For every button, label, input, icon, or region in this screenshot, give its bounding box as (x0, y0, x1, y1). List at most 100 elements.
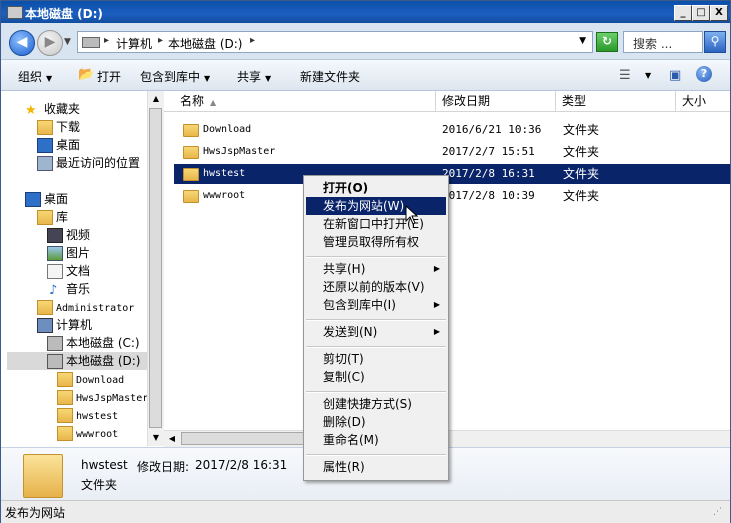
resize-grip-icon[interactable]: ⋰ (713, 507, 722, 517)
menu-open[interactable]: 打开(O) (306, 179, 446, 197)
details-date-label: 修改日期: (137, 460, 190, 474)
view-options-icon[interactable]: ☰ (619, 68, 631, 83)
nav-folder-hwsjspmaster[interactable]: HwsJspMaster (57, 388, 147, 406)
nav-folder-wwwroot[interactable]: wwwroot (57, 424, 118, 442)
new-folder-button[interactable]: 新建文件夹 (300, 68, 360, 85)
nav-drive-d[interactable]: 本地磁盘 (D:) (7, 352, 147, 370)
menu-delete[interactable]: 删除(D) (306, 413, 446, 431)
search-button[interactable]: ⚲ (704, 31, 726, 53)
submenu-arrow-icon: ▶ (433, 327, 440, 336)
menu-create-shortcut[interactable]: 创建快捷方式(S) (306, 395, 446, 413)
folder-icon (23, 454, 63, 498)
forward-button[interactable]: ▶ (37, 30, 63, 56)
column-type[interactable]: 类型 (556, 91, 676, 111)
folder-icon (57, 426, 73, 441)
menu-separator (306, 454, 446, 456)
nav-downloads[interactable]: 下载 (37, 118, 80, 136)
open-button[interactable]: 打开 (97, 68, 121, 85)
chevron-down-icon: ▼ (265, 74, 272, 83)
refresh-button[interactable]: ↻ (596, 32, 618, 52)
include-in-library-button[interactable]: 包含到库中 ▼ (140, 68, 210, 85)
window-title: 本地磁盘 (D:) (25, 7, 103, 21)
computer-icon (37, 318, 53, 333)
navigation-scrollbar[interactable]: ▲ ▼ (147, 91, 164, 446)
address-dropdown-icon[interactable]: ▼ (579, 36, 586, 46)
user-folder-icon (37, 300, 53, 315)
nav-folder-download[interactable]: Download (57, 370, 124, 388)
menu-restore-versions[interactable]: 还原以前的版本(V) (306, 278, 446, 296)
breadcrumb-computer[interactable]: 计算机 (116, 35, 152, 52)
nav-documents[interactable]: 文档 (47, 262, 90, 280)
mouse-cursor-icon (405, 205, 419, 225)
column-date[interactable]: 修改日期 (436, 91, 556, 111)
close-button[interactable]: X (710, 5, 728, 21)
file-row[interactable]: Download 2016/6/21 10:36 文件夹 (174, 120, 730, 140)
file-row[interactable]: HwsJspMaster 2017/2/7 15:51 文件夹 (174, 142, 730, 162)
nav-libraries[interactable]: 库 (37, 208, 68, 226)
open-icon: 📂 (78, 67, 95, 82)
nav-desktop-favorite[interactable]: 桌面 (37, 136, 80, 154)
view-dropdown-icon[interactable]: ▼ (645, 71, 651, 80)
menu-separator (306, 256, 446, 258)
menu-rename[interactable]: 重命名(M) (306, 431, 446, 449)
nav-pictures[interactable]: 图片 (47, 244, 90, 262)
minimize-button[interactable]: _ (674, 5, 692, 21)
recent-places-icon (37, 156, 53, 171)
details-date: 2017/2/8 16:31 (195, 458, 288, 472)
nav-music[interactable]: ♪ 音乐 (47, 280, 90, 298)
nav-recent-places[interactable]: 最近访问的位置 (37, 154, 140, 172)
nav-computer[interactable]: 计算机 (37, 316, 92, 334)
preview-pane-icon[interactable]: ▣ (669, 68, 681, 83)
nav-folder-hwstest[interactable]: hwstest (57, 406, 118, 424)
menu-properties[interactable]: 属性(R) (306, 458, 446, 476)
arrow-left-icon: ◀ (16, 34, 28, 50)
desktop-icon (25, 192, 41, 207)
arrow-right-icon: ▶ (44, 34, 56, 50)
column-size[interactable]: 大小 (676, 91, 730, 111)
submenu-arrow-icon: ▶ (433, 300, 440, 309)
nav-video[interactable]: 视频 (47, 226, 90, 244)
chevron-right-icon[interactable]: ▸ (250, 35, 255, 46)
menu-separator (306, 319, 446, 321)
maximize-button[interactable]: □ (692, 5, 710, 21)
title-bar: 本地磁盘 (D:) _ □ X (1, 1, 730, 23)
star-icon: ★ (25, 103, 37, 118)
column-name[interactable]: 名称 ▲ (174, 91, 436, 111)
windows-drive-icon (47, 336, 63, 351)
nav-drive-c[interactable]: 本地磁盘 (C:) (47, 334, 140, 352)
scroll-left-icon[interactable]: ◀ (164, 431, 180, 447)
menu-take-ownership[interactable]: 管理员取得所有权 (306, 233, 446, 251)
recent-pages-dropdown[interactable]: ▼ (64, 37, 71, 47)
back-button[interactable]: ◀ (9, 30, 35, 56)
nav-desktop[interactable]: 桌面 (25, 190, 68, 208)
download-folder-icon (37, 120, 53, 135)
chevron-down-icon: ▼ (204, 74, 211, 83)
help-button[interactable]: ? (696, 66, 712, 82)
file-row-selected[interactable]: hwstest 2017/2/8 16:31 文件夹 (174, 164, 730, 184)
video-icon (47, 228, 63, 243)
menu-cut[interactable]: 剪切(T) (306, 350, 446, 368)
scrollbar-thumb[interactable] (149, 108, 162, 428)
address-box[interactable]: ▸ 计算机 ▸ 本地磁盘 (D:) ▸ ▼ (77, 31, 593, 53)
file-row[interactable]: wwwroot 2017/2/8 10:39 文件夹 (174, 186, 730, 206)
organize-button[interactable]: 组织 ▼ (18, 68, 52, 85)
scroll-up-icon[interactable]: ▲ (148, 91, 164, 107)
context-menu: 打开(O) 发布为网站(W) 在新窗口中打开(E) 管理员取得所有权 共享(H)… (303, 175, 449, 481)
share-button[interactable]: 共享 ▼ (237, 68, 271, 85)
menu-include-library[interactable]: 包含到库中(I) ▶ (306, 296, 446, 314)
nav-favorites[interactable]: ★ 收藏夹 (25, 100, 80, 118)
nav-administrator[interactable]: Administrator (37, 298, 134, 316)
folder-icon (57, 372, 73, 387)
search-input[interactable]: 搜索 ... (623, 31, 703, 53)
menu-copy[interactable]: 复制(C) (306, 368, 446, 386)
chevron-right-icon[interactable]: ▸ (158, 35, 163, 46)
folder-icon (183, 190, 199, 203)
menu-open-new-window[interactable]: 在新窗口中打开(E) (306, 215, 446, 233)
menu-send-to[interactable]: 发送到(N) ▶ (306, 323, 446, 341)
column-header: 名称 ▲ 修改日期 类型 大小 (164, 91, 730, 112)
chevron-right-icon[interactable]: ▸ (104, 35, 109, 46)
menu-share[interactable]: 共享(H) ▶ (306, 260, 446, 278)
breadcrumb-drive-d[interactable]: 本地磁盘 (D:) (168, 35, 242, 52)
scroll-down-icon[interactable]: ▼ (148, 430, 164, 446)
menu-publish-website[interactable]: 发布为网站(W) (306, 197, 446, 215)
